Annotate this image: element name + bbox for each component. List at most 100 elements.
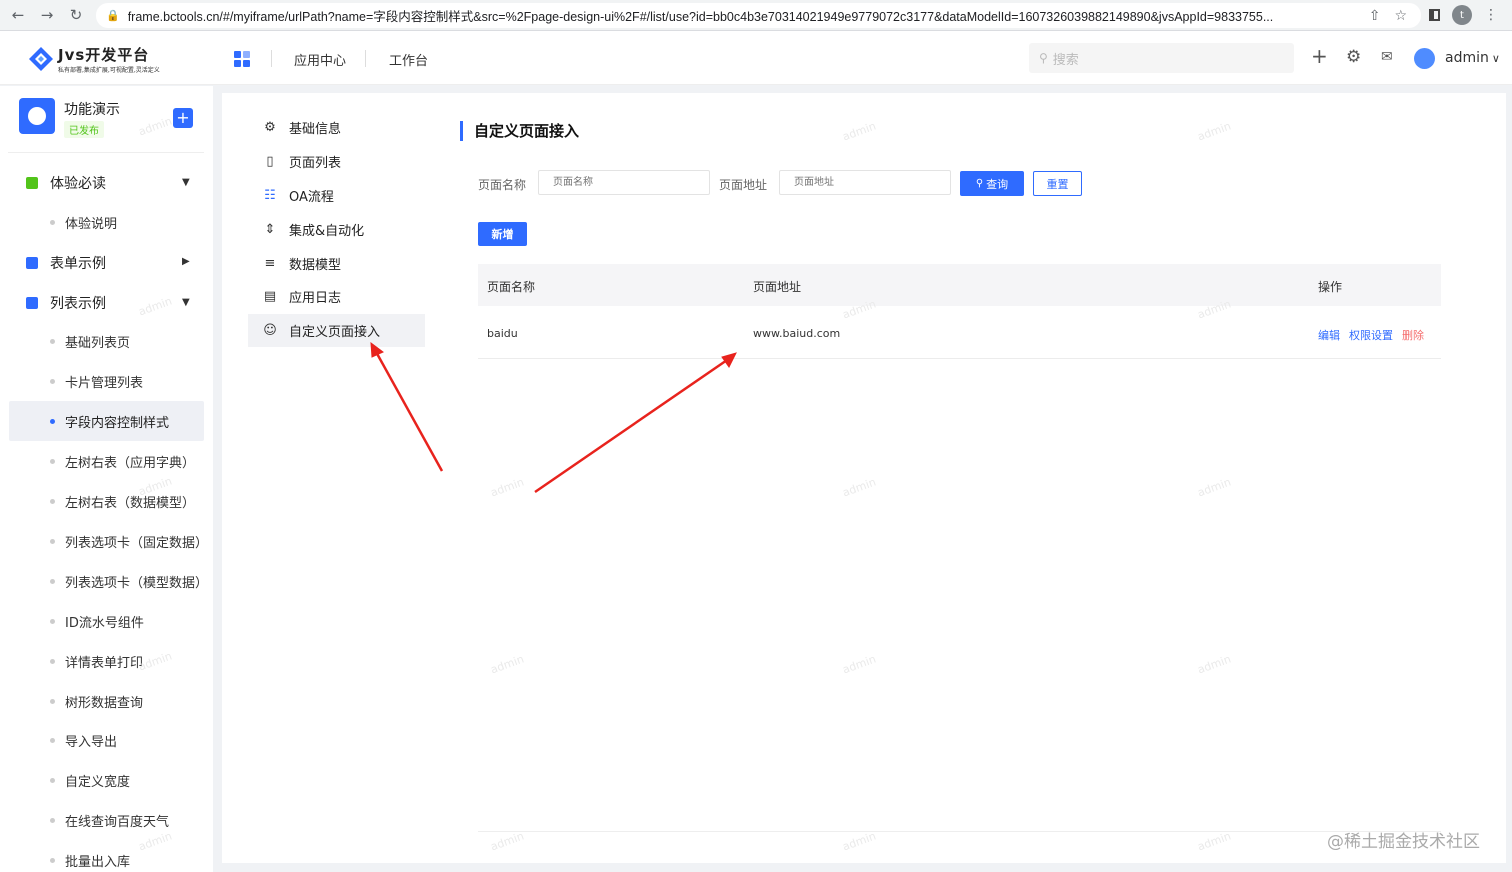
sidebar-item-tabs-fixed[interactable]: 列表选项卡（固定数据） (9, 521, 208, 561)
plus-icon[interactable]: + (1311, 44, 1328, 68)
submenu-custom-page[interactable]: ☺ 自定义页面接入 (248, 314, 425, 347)
lock-icon: 🔒 (106, 9, 120, 22)
search-icon: ⚲ (975, 178, 984, 189)
sidebar-group-list-examples[interactable]: 列表示例 (26, 293, 106, 313)
sidebar-item-tree-dict[interactable]: 左树右表（应用字典） (9, 441, 204, 481)
group-label: 表单示例 (50, 256, 106, 272)
filter-label-name: 页面名称 (478, 178, 527, 192)
sidebar-item-tabs-model[interactable]: 列表选项卡（模型数据） (9, 561, 208, 601)
search-input[interactable]: ⚲ 搜索 (1029, 43, 1294, 73)
app-logo-icon (19, 98, 55, 134)
caret-right-icon[interactable]: ▶ (182, 256, 190, 267)
app-header: Jvs开发平台 私有部署,集成扩展,可视配置,灵活定义 应用中心 工作台 ⚲ 搜… (0, 31, 1512, 85)
nav-app-center[interactable]: 应用中心 (294, 50, 346, 69)
sidebar-item-basic-list[interactable]: 基础列表页 (9, 321, 204, 361)
log-icon: ▤ (263, 289, 277, 304)
watermark: admin (840, 119, 878, 144)
username[interactable]: admin ∨ (1445, 50, 1500, 66)
watermark: admin (840, 652, 878, 677)
sidebar-item-custom-width[interactable]: 自定义宽度 (9, 760, 204, 800)
share-icon[interactable]: ⇧ (1369, 8, 1381, 24)
bookmark-star-icon[interactable]: ☆ (1394, 8, 1407, 24)
sidebar-item-detail-print[interactable]: 详情表单打印 (9, 641, 204, 681)
sidebar-item-card-list[interactable]: 卡片管理列表 (9, 361, 204, 401)
cell-page-name: baidu (487, 327, 518, 340)
query-button[interactable]: ⚲ 查询 (960, 171, 1024, 196)
back-icon[interactable]: ← (7, 4, 29, 26)
sidebar-item-experience-guide[interactable]: 体验说明 (9, 202, 204, 242)
group-icon (26, 297, 38, 309)
submenu-page-list[interactable]: ▯ 页面列表 (248, 145, 425, 178)
page-icon: ▯ (266, 154, 274, 169)
edit-link[interactable]: 编辑 (1318, 327, 1340, 343)
filter-label-url: 页面地址 (719, 178, 768, 192)
sidebar-toggle-icon[interactable] (1429, 9, 1440, 21)
submenu-data-model[interactable]: ≡ 数据模型 (248, 247, 425, 280)
sidebar-item-import-export[interactable]: 导入导出 (9, 720, 204, 760)
submenu-integration[interactable]: ⇕ 集成&自动化 (248, 213, 425, 246)
data-table: 页面名称 页面地址 操作 baidu www.baiud.com 编辑 权限设置… (478, 264, 1441, 359)
submenu-basic-info[interactable]: ⚙ 基础信息 (248, 111, 425, 144)
add-button[interactable]: + (173, 108, 193, 128)
table-row: baidu www.baiud.com 编辑 权限设置 删除 (478, 306, 1441, 359)
group-icon (26, 257, 38, 269)
caret-down-icon[interactable]: ▼ (182, 177, 190, 188)
user-avatar[interactable] (1414, 48, 1435, 69)
reset-button[interactable]: 重置 (1033, 171, 1082, 196)
main-panel: ⚙ 基础信息 ▯ 页面列表 ☷ OA流程 ⇕ 集成&自动化 ≡ 数据模型 ▤ 应用日志 ☺ 自… (222, 93, 1506, 863)
more-menu-icon[interactable]: ⋮ (1484, 7, 1498, 23)
table-header: 页面名称 页面地址 操作 (478, 264, 1441, 306)
sidebar-item-weather[interactable]: 在线查询百度天气 (9, 800, 204, 840)
page-name-input[interactable] (538, 170, 710, 195)
settings-gear-icon[interactable]: ⚙ (1346, 47, 1361, 67)
message-icon[interactable]: ✉ (1381, 49, 1393, 65)
page-url-input[interactable] (779, 170, 951, 195)
permission-settings-link[interactable]: 权限设置 (1349, 327, 1393, 343)
column-header-url: 页面地址 (753, 280, 802, 294)
logo-title: Jvs开发平台 (58, 46, 150, 64)
smile-icon: ☺ (263, 323, 277, 338)
group-icon (26, 177, 38, 189)
table-footer-divider (478, 831, 1441, 832)
sidebar-item-tree-query[interactable]: 树形数据查询 (9, 681, 204, 721)
url-text: frame.bctools.cn/#/myiframe/urlPath?name… (127, 10, 1274, 24)
nav-workbench[interactable]: 工作台 (389, 50, 428, 69)
address-bar[interactable]: 🔒 frame.bctools.cn/#/myiframe/urlPath?na… (96, 3, 1421, 28)
sidebar-item-tree-model[interactable]: 左树右表（数据模型） (9, 481, 204, 521)
sidebar-item-batch-stock[interactable]: 批量出入库 (9, 840, 204, 872)
watermark: admin (1195, 829, 1233, 854)
browser-toolbar: ← → ↻ 🔒 frame.bctools.cn/#/myiframe/urlP… (0, 0, 1512, 31)
sidebar-group-experience[interactable]: 体验必读 (26, 173, 106, 193)
flow-icon: ☷ (264, 188, 276, 203)
watermark: admin (840, 475, 878, 500)
column-header-name: 页面名称 (487, 280, 536, 294)
logo-subtitle: 私有部署,集成扩展,可视配置,灵活定义 (58, 67, 160, 74)
watermark: admin (488, 652, 526, 677)
status-badge: 已发布 (64, 121, 104, 138)
sidebar-item-field-style[interactable]: 字段内容控制样式 (9, 401, 204, 441)
sidebar-divider (8, 152, 204, 153)
watermark: admin (840, 829, 878, 854)
group-label: 列表示例 (50, 296, 106, 312)
submenu-oa-flow[interactable]: ☷ OA流程 (248, 179, 425, 212)
watermark: admin (488, 829, 526, 854)
submenu-app-log[interactable]: ▤ 应用日志 (248, 280, 425, 313)
app-title: 功能演示 (64, 102, 120, 118)
reload-icon[interactable]: ↻ (65, 4, 87, 26)
delete-link[interactable]: 删除 (1402, 327, 1424, 343)
forward-icon[interactable]: → (36, 4, 58, 26)
add-button[interactable]: 新增 (478, 222, 527, 246)
header-divider (271, 50, 272, 67)
logo-icon (29, 47, 53, 71)
header-divider (365, 50, 366, 67)
logo[interactable]: Jvs开发平台 私有部署,集成扩展,可视配置,灵活定义 (28, 44, 160, 74)
watermark: admin (1195, 119, 1233, 144)
apps-grid-icon[interactable] (234, 51, 250, 67)
caret-down-icon[interactable]: ▼ (182, 297, 190, 308)
sidebar-group-form-examples[interactable]: 表单示例 (26, 253, 106, 273)
search-icon: ⚲ (1039, 51, 1048, 65)
browser-profile-avatar[interactable]: t (1452, 5, 1472, 25)
sidebar-item-id-serial[interactable]: ID流水号组件 (9, 601, 204, 641)
layers-icon: ≡ (264, 256, 276, 271)
cell-page-url: www.baiud.com (753, 327, 841, 340)
